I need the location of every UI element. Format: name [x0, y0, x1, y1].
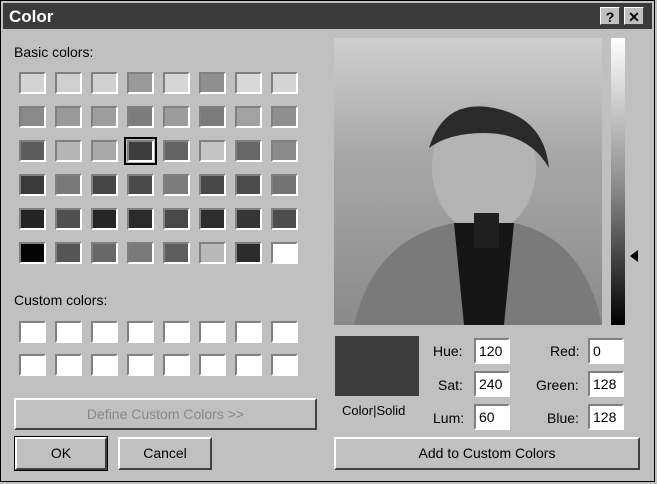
- custom-color-swatch[interactable]: [199, 354, 226, 376]
- color-preview: [335, 336, 419, 396]
- custom-color-swatch[interactable]: [55, 321, 82, 343]
- basic-color-swatch[interactable]: [235, 242, 262, 264]
- basic-color-swatch[interactable]: [55, 208, 82, 230]
- green-label: Green:: [536, 377, 579, 393]
- custom-color-swatch[interactable]: [19, 321, 46, 343]
- basic-color-swatch[interactable]: [163, 174, 190, 196]
- basic-color-swatch[interactable]: [235, 72, 262, 94]
- basic-color-swatch[interactable]: [163, 208, 190, 230]
- blue-label: Blue:: [547, 410, 579, 426]
- custom-color-swatch[interactable]: [91, 354, 118, 376]
- custom-color-swatch[interactable]: [271, 354, 298, 376]
- custom-color-swatch[interactable]: [235, 321, 262, 343]
- custom-color-swatch[interactable]: [127, 321, 154, 343]
- basic-color-swatch[interactable]: [55, 106, 82, 128]
- color-dialog: Color ? ✕ Basic colors: Custom colors: D…: [0, 0, 655, 482]
- luminance-bar[interactable]: [611, 38, 625, 325]
- title-bar: Color ? ✕: [3, 3, 652, 29]
- custom-color-swatch[interactable]: [199, 321, 226, 343]
- basic-color-swatch[interactable]: [199, 72, 226, 94]
- basic-color-swatch[interactable]: [55, 140, 82, 162]
- basic-color-swatch[interactable]: [91, 242, 118, 264]
- add-to-custom-colors-button[interactable]: Add to Custom Colors: [334, 437, 640, 470]
- ok-button[interactable]: OK: [14, 436, 108, 471]
- basic-color-swatch[interactable]: [235, 106, 262, 128]
- basic-color-swatch[interactable]: [163, 242, 190, 264]
- green-field[interactable]: 128: [588, 371, 624, 397]
- basic-color-swatch[interactable]: [271, 208, 298, 230]
- basic-color-swatch[interactable]: [127, 208, 154, 230]
- basic-color-swatch[interactable]: [124, 137, 157, 165]
- basic-color-swatch[interactable]: [127, 242, 154, 264]
- luminance-arrow-icon[interactable]: [630, 250, 638, 262]
- basic-color-swatch[interactable]: [199, 174, 226, 196]
- custom-color-swatch[interactable]: [163, 321, 190, 343]
- basic-color-swatch[interactable]: [271, 242, 298, 264]
- custom-color-swatch[interactable]: [55, 354, 82, 376]
- custom-color-swatch[interactable]: [271, 321, 298, 343]
- basic-color-swatch[interactable]: [19, 72, 46, 94]
- basic-color-swatch[interactable]: [19, 140, 46, 162]
- basic-color-swatch[interactable]: [91, 140, 118, 162]
- basic-color-swatch[interactable]: [199, 106, 226, 128]
- close-icon[interactable]: ✕: [624, 7, 644, 25]
- basic-color-swatch[interactable]: [55, 242, 82, 264]
- basic-color-swatch[interactable]: [199, 208, 226, 230]
- sat-label: Sat:: [438, 377, 463, 393]
- basic-color-swatch[interactable]: [91, 208, 118, 230]
- hue-field[interactable]: 120: [474, 338, 510, 364]
- basic-color-swatch[interactable]: [19, 242, 46, 264]
- basic-colors-label: Basic colors:: [14, 44, 94, 60]
- basic-color-swatch[interactable]: [127, 174, 154, 196]
- define-custom-colors-button[interactable]: Define Custom Colors >>: [14, 398, 317, 430]
- basic-color-swatch[interactable]: [127, 72, 154, 94]
- color-spectrum-picker[interactable]: [334, 38, 602, 325]
- lum-field[interactable]: 60: [474, 404, 510, 430]
- basic-color-swatch[interactable]: [271, 174, 298, 196]
- basic-color-swatch[interactable]: [163, 72, 190, 94]
- basic-color-swatch[interactable]: [127, 106, 154, 128]
- basic-color-swatch[interactable]: [199, 140, 226, 162]
- window-title: Color: [9, 7, 54, 26]
- basic-color-swatch[interactable]: [19, 208, 46, 230]
- hue-label: Hue:: [433, 343, 463, 359]
- basic-color-swatch[interactable]: [235, 174, 262, 196]
- basic-color-swatch[interactable]: [55, 72, 82, 94]
- color-solid-label: Color|Solid: [342, 403, 406, 418]
- red-field[interactable]: 0: [588, 338, 624, 364]
- custom-colors-label: Custom colors:: [14, 292, 108, 308]
- basic-color-swatch[interactable]: [271, 140, 298, 162]
- custom-color-swatch[interactable]: [235, 354, 262, 376]
- basic-color-swatch[interactable]: [199, 242, 226, 264]
- basic-color-swatch[interactable]: [91, 174, 118, 196]
- basic-color-swatch[interactable]: [19, 106, 46, 128]
- custom-color-swatch[interactable]: [127, 354, 154, 376]
- basic-color-swatch[interactable]: [19, 174, 46, 196]
- basic-color-swatch[interactable]: [271, 72, 298, 94]
- custom-color-swatch[interactable]: [91, 321, 118, 343]
- basic-color-swatch[interactable]: [163, 106, 190, 128]
- custom-color-swatch[interactable]: [19, 354, 46, 376]
- sat-field[interactable]: 240: [474, 371, 510, 397]
- blue-field[interactable]: 128: [588, 404, 624, 430]
- basic-color-swatch[interactable]: [163, 140, 190, 162]
- basic-color-swatch[interactable]: [91, 72, 118, 94]
- red-label: Red:: [550, 343, 580, 359]
- basic-color-swatch[interactable]: [55, 174, 82, 196]
- spectrum-image: [354, 103, 602, 325]
- basic-color-swatch[interactable]: [235, 140, 262, 162]
- help-icon[interactable]: ?: [600, 7, 620, 25]
- basic-color-swatch[interactable]: [91, 106, 118, 128]
- custom-color-swatch[interactable]: [163, 354, 190, 376]
- basic-color-swatch[interactable]: [271, 106, 298, 128]
- basic-color-swatch[interactable]: [235, 208, 262, 230]
- lum-label: Lum:: [433, 410, 465, 426]
- cancel-button[interactable]: Cancel: [118, 437, 212, 470]
